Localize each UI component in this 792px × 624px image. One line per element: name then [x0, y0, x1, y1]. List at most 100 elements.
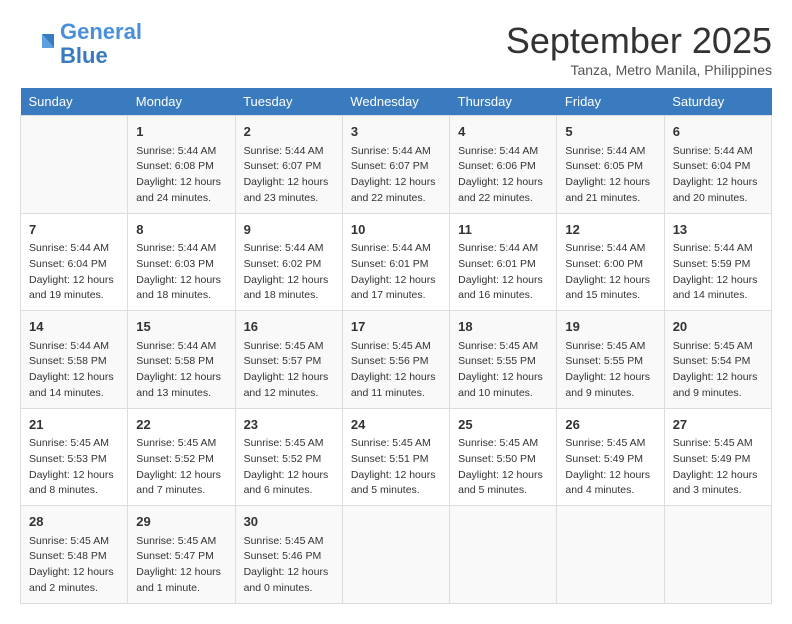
day-number: 12	[565, 220, 655, 240]
cell-info: Sunrise: 5:45 AM Sunset: 5:50 PM Dayligh…	[458, 436, 548, 499]
day-number: 10	[351, 220, 441, 240]
logo-icon	[20, 26, 56, 62]
weekday-header-monday: Monday	[128, 88, 235, 116]
weekday-header-saturday: Saturday	[664, 88, 771, 116]
weekday-header-sunday: Sunday	[21, 88, 128, 116]
calendar-cell: 21Sunrise: 5:45 AM Sunset: 5:53 PM Dayli…	[21, 408, 128, 506]
day-number: 2	[244, 122, 334, 142]
day-number: 18	[458, 317, 548, 337]
logo: General Blue	[20, 20, 142, 68]
day-number: 28	[29, 512, 119, 532]
cell-info: Sunrise: 5:45 AM Sunset: 5:57 PM Dayligh…	[244, 339, 334, 402]
cell-info: Sunrise: 5:45 AM Sunset: 5:55 PM Dayligh…	[565, 339, 655, 402]
calendar-cell: 26Sunrise: 5:45 AM Sunset: 5:49 PM Dayli…	[557, 408, 664, 506]
calendar-cell: 24Sunrise: 5:45 AM Sunset: 5:51 PM Dayli…	[342, 408, 449, 506]
day-number: 14	[29, 317, 119, 337]
calendar-cell: 8Sunrise: 5:44 AM Sunset: 6:03 PM Daylig…	[128, 213, 235, 311]
day-number: 6	[673, 122, 763, 142]
cell-info: Sunrise: 5:44 AM Sunset: 6:04 PM Dayligh…	[673, 144, 763, 207]
day-number: 20	[673, 317, 763, 337]
day-number: 7	[29, 220, 119, 240]
calendar-cell: 6Sunrise: 5:44 AM Sunset: 6:04 PM Daylig…	[664, 116, 771, 214]
day-number: 30	[244, 512, 334, 532]
cell-info: Sunrise: 5:44 AM Sunset: 6:01 PM Dayligh…	[351, 241, 441, 304]
calendar-cell: 30Sunrise: 5:45 AM Sunset: 5:46 PM Dayli…	[235, 506, 342, 604]
calendar-cell	[664, 506, 771, 604]
logo-line1: General	[60, 19, 142, 44]
calendar-cell: 3Sunrise: 5:44 AM Sunset: 6:07 PM Daylig…	[342, 116, 449, 214]
cell-info: Sunrise: 5:44 AM Sunset: 5:58 PM Dayligh…	[136, 339, 226, 402]
calendar-cell	[557, 506, 664, 604]
calendar-cell	[342, 506, 449, 604]
page-header: General Blue September 2025 Tanza, Metro…	[20, 20, 772, 78]
calendar-cell: 16Sunrise: 5:45 AM Sunset: 5:57 PM Dayli…	[235, 311, 342, 409]
cell-info: Sunrise: 5:44 AM Sunset: 6:04 PM Dayligh…	[29, 241, 119, 304]
day-number: 29	[136, 512, 226, 532]
weekday-header-friday: Friday	[557, 88, 664, 116]
calendar-week-row: 14 Sunrise: 5:44 AM Sunset: 5:58 PM Dayli…	[21, 311, 772, 409]
cell-info: Sunrise: 5:45 AM Sunset: 5:52 PM Dayligh…	[136, 436, 226, 499]
calendar-week-row: 28Sunrise: 5:45 AM Sunset: 5:48 PM Dayli…	[21, 506, 772, 604]
day-number: 27	[673, 415, 763, 435]
day-number: 5	[565, 122, 655, 142]
calendar-cell: 28Sunrise: 5:45 AM Sunset: 5:48 PM Dayli…	[21, 506, 128, 604]
calendar-cell: 11Sunrise: 5:44 AM Sunset: 6:01 PM Dayli…	[450, 213, 557, 311]
day-number: 4	[458, 122, 548, 142]
day-number: 15	[136, 317, 226, 337]
calendar-cell: 1Sunrise: 5:44 AM Sunset: 6:08 PM Daylig…	[128, 116, 235, 214]
cell-info: Sunrise: 5:45 AM Sunset: 5:54 PM Dayligh…	[673, 339, 763, 402]
cell-info: Sunrise: 5:45 AM Sunset: 5:53 PM Dayligh…	[29, 436, 119, 499]
cell-info: Sunrise: 5:44 AM Sunset: 6:07 PM Dayligh…	[351, 144, 441, 207]
cell-info: Sunrise: 5:44 AM Sunset: 6:02 PM Dayligh…	[244, 241, 334, 304]
cell-info: Sunrise: 5:45 AM Sunset: 5:47 PM Dayligh…	[136, 534, 226, 597]
cell-info: Sunrise: 5:45 AM Sunset: 5:55 PM Dayligh…	[458, 339, 548, 402]
calendar-cell: 20Sunrise: 5:45 AM Sunset: 5:54 PM Dayli…	[664, 311, 771, 409]
cell-info: Sunrise: 5:45 AM Sunset: 5:49 PM Dayligh…	[565, 436, 655, 499]
location-subtitle: Tanza, Metro Manila, Philippines	[506, 62, 772, 78]
cell-info: Sunrise: 5:45 AM Sunset: 5:46 PM Dayligh…	[244, 534, 334, 597]
calendar-cell: 27Sunrise: 5:45 AM Sunset: 5:49 PM Dayli…	[664, 408, 771, 506]
calendar-cell: 5Sunrise: 5:44 AM Sunset: 6:05 PM Daylig…	[557, 116, 664, 214]
day-number: 21	[29, 415, 119, 435]
calendar-cell: 10Sunrise: 5:44 AM Sunset: 6:01 PM Dayli…	[342, 213, 449, 311]
calendar-cell: 25Sunrise: 5:45 AM Sunset: 5:50 PM Dayli…	[450, 408, 557, 506]
calendar-cell: 15Sunrise: 5:44 AM Sunset: 5:58 PM Dayli…	[128, 311, 235, 409]
calendar-cell: 7Sunrise: 5:44 AM Sunset: 6:04 PM Daylig…	[21, 213, 128, 311]
calendar-cell: 18Sunrise: 5:45 AM Sunset: 5:55 PM Dayli…	[450, 311, 557, 409]
calendar-cell: 14Sunrise: 5:44 AM Sunset: 5:58 PM Dayli…	[21, 311, 128, 409]
day-number: 9	[244, 220, 334, 240]
cell-info: Sunrise: 5:45 AM Sunset: 5:48 PM Dayligh…	[29, 534, 119, 597]
cell-info: Sunrise: 5:44 AM Sunset: 6:05 PM Dayligh…	[565, 144, 655, 207]
calendar-week-row: 1Sunrise: 5:44 AM Sunset: 6:08 PM Daylig…	[21, 116, 772, 214]
calendar-cell: 23Sunrise: 5:45 AM Sunset: 5:52 PM Dayli…	[235, 408, 342, 506]
cell-info: Sunrise: 5:44 AM Sunset: 6:06 PM Dayligh…	[458, 144, 548, 207]
day-number: 19	[565, 317, 655, 337]
day-number: 26	[565, 415, 655, 435]
calendar-cell: 2Sunrise: 5:44 AM Sunset: 6:07 PM Daylig…	[235, 116, 342, 214]
calendar-week-row: 21Sunrise: 5:45 AM Sunset: 5:53 PM Dayli…	[21, 408, 772, 506]
calendar-cell: 22Sunrise: 5:45 AM Sunset: 5:52 PM Dayli…	[128, 408, 235, 506]
calendar-cell: 19Sunrise: 5:45 AM Sunset: 5:55 PM Dayli…	[557, 311, 664, 409]
title-block: September 2025 Tanza, Metro Manila, Phil…	[506, 20, 772, 78]
cell-info: Sunrise: 5:45 AM Sunset: 5:51 PM Dayligh…	[351, 436, 441, 499]
cell-info: Sunrise: 5:44 AM Sunset: 5:59 PM Dayligh…	[673, 241, 763, 304]
calendar-cell: 13Sunrise: 5:44 AM Sunset: 5:59 PM Dayli…	[664, 213, 771, 311]
cell-info: Sunrise: 5:44 AM Sunset: 6:08 PM Dayligh…	[136, 144, 226, 207]
calendar-cell: 12Sunrise: 5:44 AM Sunset: 6:00 PM Dayli…	[557, 213, 664, 311]
calendar-cell: 29Sunrise: 5:45 AM Sunset: 5:47 PM Dayli…	[128, 506, 235, 604]
day-number: 25	[458, 415, 548, 435]
logo-text: General Blue	[60, 20, 142, 68]
day-number: 11	[458, 220, 548, 240]
calendar-cell: 17Sunrise: 5:45 AM Sunset: 5:56 PM Dayli…	[342, 311, 449, 409]
weekday-header-wednesday: Wednesday	[342, 88, 449, 116]
logo-line2: Blue	[60, 44, 142, 68]
weekday-header-thursday: Thursday	[450, 88, 557, 116]
cell-info: Sunrise: 5:45 AM Sunset: 5:56 PM Dayligh…	[351, 339, 441, 402]
month-title: September 2025	[506, 20, 772, 62]
cell-info: Sunrise: 5:45 AM Sunset: 5:52 PM Dayligh…	[244, 436, 334, 499]
calendar-cell	[21, 116, 128, 214]
day-number: 24	[351, 415, 441, 435]
weekday-header-tuesday: Tuesday	[235, 88, 342, 116]
calendar-week-row: 7Sunrise: 5:44 AM Sunset: 6:04 PM Daylig…	[21, 213, 772, 311]
cell-info: Sunrise: 5:44 AM Sunset: 6:00 PM Dayligh…	[565, 241, 655, 304]
